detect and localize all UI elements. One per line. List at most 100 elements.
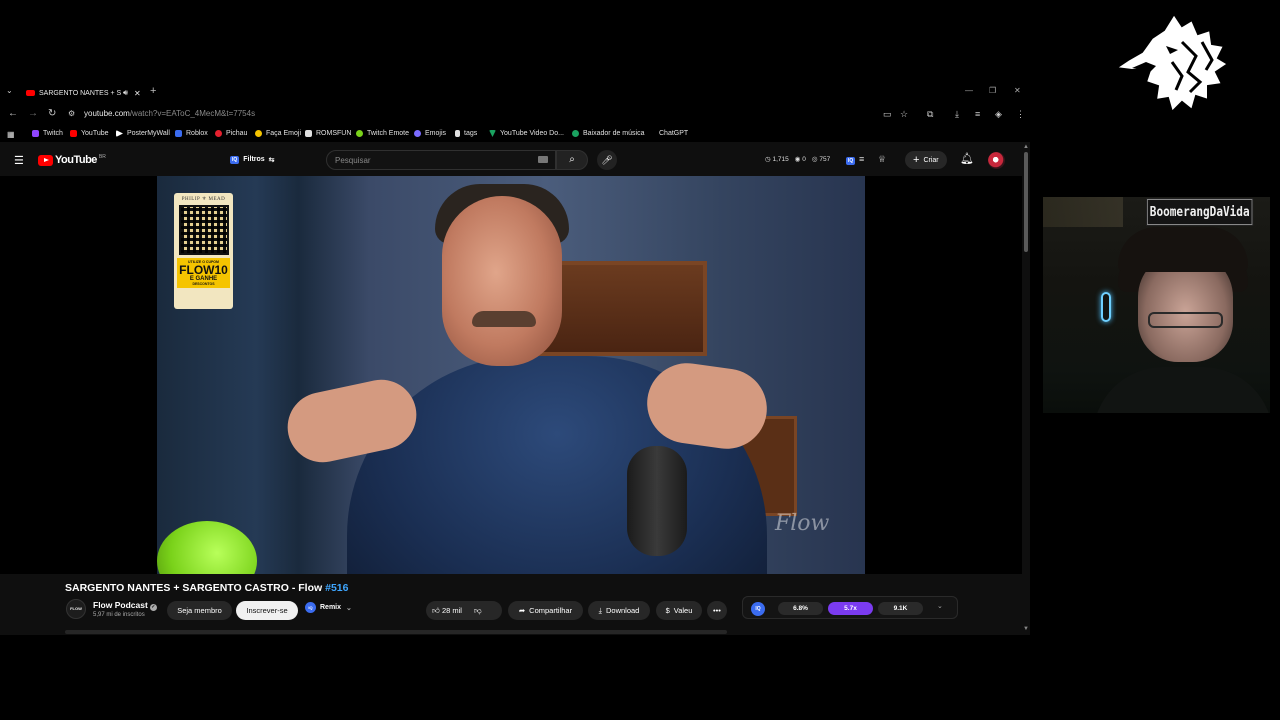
youtube-header: ☰ YouTube BR IQ Filtros ⇆ Pesquisar ⌕ 🎤︎… <box>0 144 1022 176</box>
frog-icon <box>356 130 363 137</box>
filters-button[interactable]: IQ Filtros ⇆ <box>230 152 275 167</box>
coupon-code: FLOW10 <box>179 263 228 277</box>
iq-icon[interactable]: IQ <box>846 154 856 165</box>
chevron-down-icon[interactable]: ⌄ <box>937 602 943 610</box>
share-button[interactable]: ➦ Compartilhar <box>508 601 583 620</box>
trophy-icon[interactable]: ♕ <box>878 154 886 165</box>
webcam-headset-light <box>1101 292 1111 322</box>
youtube-logo[interactable]: YouTube BR <box>38 154 106 166</box>
minimize-icon[interactable]: — <box>965 86 973 95</box>
scrollbar-thumb[interactable] <box>1024 152 1028 252</box>
browser-tab[interactable]: SARGENTO NANTES + SARGENTO CASTRO - Flow… <box>22 85 146 101</box>
channel-avatar[interactable]: FLOW <box>66 599 86 619</box>
scene-head <box>442 196 562 366</box>
sponsor-qr-card: PHILIP ⚜ MEAD UTILIZE O CUPOM FLOW10 E G… <box>174 193 233 309</box>
restore-icon[interactable]: ❐ <box>989 86 996 95</box>
more-actions-button[interactable]: ••• <box>707 601 727 620</box>
video-title-text: SARGENTO NANTES + SARGENTO CASTRO - Flow <box>65 582 323 594</box>
profile-icon[interactable]: ◈ <box>995 109 1002 120</box>
bookmark-label: YouTube Video Do... <box>500 130 564 137</box>
coupon-box: UTILIZE O CUPOM FLOW10 E GANHE DESCONTOS <box>177 258 230 288</box>
join-button[interactable]: Seja membro <box>167 601 232 620</box>
user-avatar[interactable] <box>988 152 1005 169</box>
extensions-icon[interactable]: ⧉ <box>927 109 933 120</box>
bookmark-label: YouTube <box>81 130 109 137</box>
remix-button[interactable]: IQ Remix ⌄ <box>305 602 352 613</box>
bookmark-pichau[interactable]: Pichau <box>215 130 247 137</box>
bookmark-baixador-de-musica[interactable]: Baixador de música <box>572 130 644 137</box>
menu-hamburger-icon[interactable]: ☰ <box>14 154 24 167</box>
bookmark-emojis[interactable]: Emojis <box>414 130 446 137</box>
bookmark-youtube-video-download[interactable]: YouTube Video Do... <box>489 130 564 137</box>
wolf-logo <box>1113 12 1230 114</box>
url-field[interactable]: youtube.com/watch?v=EAToC_4MecM&t=7754s <box>84 109 255 118</box>
scroll-up-icon[interactable]: ▲ <box>1023 144 1029 150</box>
iq-metrics-bar: IQ 6.8% 5.7x 9.1K ⌄ <box>742 596 958 619</box>
tab-search-chevron-icon[interactable]: ⌄ <box>6 86 13 95</box>
description-box-edge[interactable] <box>65 630 727 634</box>
iq-metrics-icon[interactable]: IQ <box>751 602 765 616</box>
scroll-down-icon[interactable]: ▼ <box>1023 626 1029 632</box>
forward-arrow-icon[interactable]: → <box>28 108 38 119</box>
site-info-icon[interactable]: ⚙ <box>68 109 75 118</box>
download-button[interactable]: ⤓ Download <box>588 601 650 620</box>
extension-icon[interactable]: ≡ <box>975 109 980 119</box>
channel-name[interactable]: Flow Podcast ✓ <box>93 600 157 611</box>
stat-a-value: 0 <box>802 156 806 163</box>
like-button[interactable]: 👍︎ 28 mil <box>432 606 462 616</box>
thanks-button[interactable]: $ Valeu <box>656 601 702 620</box>
notifications-bell-icon[interactable]: 🔔︎ <box>960 152 974 165</box>
clock-icon: ◷ <box>765 156 771 163</box>
stat-views: ◷ 1,715 <box>765 155 789 163</box>
bookmark-roblox[interactable]: Roblox <box>175 130 208 137</box>
bookmark-chatgpt[interactable]: ChatGPT <box>648 130 688 137</box>
tab-close-icon[interactable]: ✕ <box>134 89 141 98</box>
bookmark-romsfun[interactable]: ROMSFUN <box>305 130 351 137</box>
cast-icon[interactable]: ▭ <box>883 109 892 120</box>
list-icon[interactable]: ≡ <box>859 154 864 164</box>
url-path: /watch?v=EAToC_4MecM&t=7754s <box>129 109 256 118</box>
video-title-hashtag[interactable]: #516 <box>325 582 348 594</box>
url-host: youtube.com <box>84 109 130 118</box>
bookmark-faca-emoji[interactable]: Faça Emoji <box>255 130 301 137</box>
bookmark-star-icon[interactable]: ☆ <box>900 109 908 120</box>
metric-2[interactable]: 5.7x <box>828 602 873 615</box>
bookmark-youtube[interactable]: YouTube <box>70 130 109 137</box>
metric-1[interactable]: 6.8% <box>778 602 823 615</box>
bookmark-tags[interactable]: tags <box>455 130 477 137</box>
dislike-button[interactable]: 👎︎ <box>474 606 482 616</box>
page-scrollbar[interactable]: ▲ ▼ <box>1022 144 1030 635</box>
subscribe-button[interactable]: Inscrever-se <box>236 601 298 620</box>
metric-3[interactable]: 9.1K <box>878 602 923 615</box>
downloads-icon[interactable]: ⤓ <box>955 109 959 120</box>
create-button[interactable]: + Criar <box>905 151 947 169</box>
search-button[interactable]: ⌕ <box>556 150 588 170</box>
bookmark-twitch[interactable]: Twitch <box>32 130 63 137</box>
browser-menu-icon[interactable]: ⋮ <box>1016 109 1025 120</box>
apps-grid-icon[interactable]: ▦ <box>7 130 15 139</box>
bookmark-label: Twitch Emote <box>367 130 410 137</box>
video-player[interactable]: PHILIP ⚜ MEAD UTILIZE O CUPOM FLOW10 E G… <box>0 176 1022 574</box>
back-arrow-icon[interactable]: ← <box>8 108 18 119</box>
bookmark-label: Twitch <box>43 130 63 137</box>
region-code: BR <box>98 154 106 160</box>
reload-icon[interactable]: ↻ <box>48 108 56 119</box>
audio-playing-icon[interactable]: 🔊︎ <box>123 88 128 98</box>
stat-b-value: 757 <box>819 156 831 163</box>
chevron-down-icon: ⌄ <box>346 604 352 612</box>
bookmark-postermywall[interactable]: PosterMyWall <box>116 130 170 137</box>
plus-icon: + <box>913 154 920 166</box>
browser-window: ⌄ SARGENTO NANTES + SARGENTO CASTRO - Fl… <box>0 82 1030 635</box>
webcam-fringe <box>1118 227 1248 272</box>
thumbs-up-icon: 👍︎ <box>432 605 440 615</box>
romsfun-icon <box>305 130 312 137</box>
bookmark-twitch-emote[interactable]: Twitch Emote <box>356 130 409 137</box>
new-tab-button[interactable]: + <box>150 85 156 97</box>
keyboard-icon[interactable] <box>538 156 548 163</box>
close-window-icon[interactable]: ✕ <box>1014 86 1021 95</box>
video-frame[interactable]: PHILIP ⚜ MEAD UTILIZE O CUPOM FLOW10 E G… <box>157 176 865 574</box>
voice-search-mic-icon[interactable]: 🎤︎ <box>597 150 617 170</box>
iq-extension-icon: IQ <box>230 155 240 164</box>
bookmark-label: Roblox <box>186 130 208 137</box>
search-input[interactable]: Pesquisar <box>326 150 556 170</box>
